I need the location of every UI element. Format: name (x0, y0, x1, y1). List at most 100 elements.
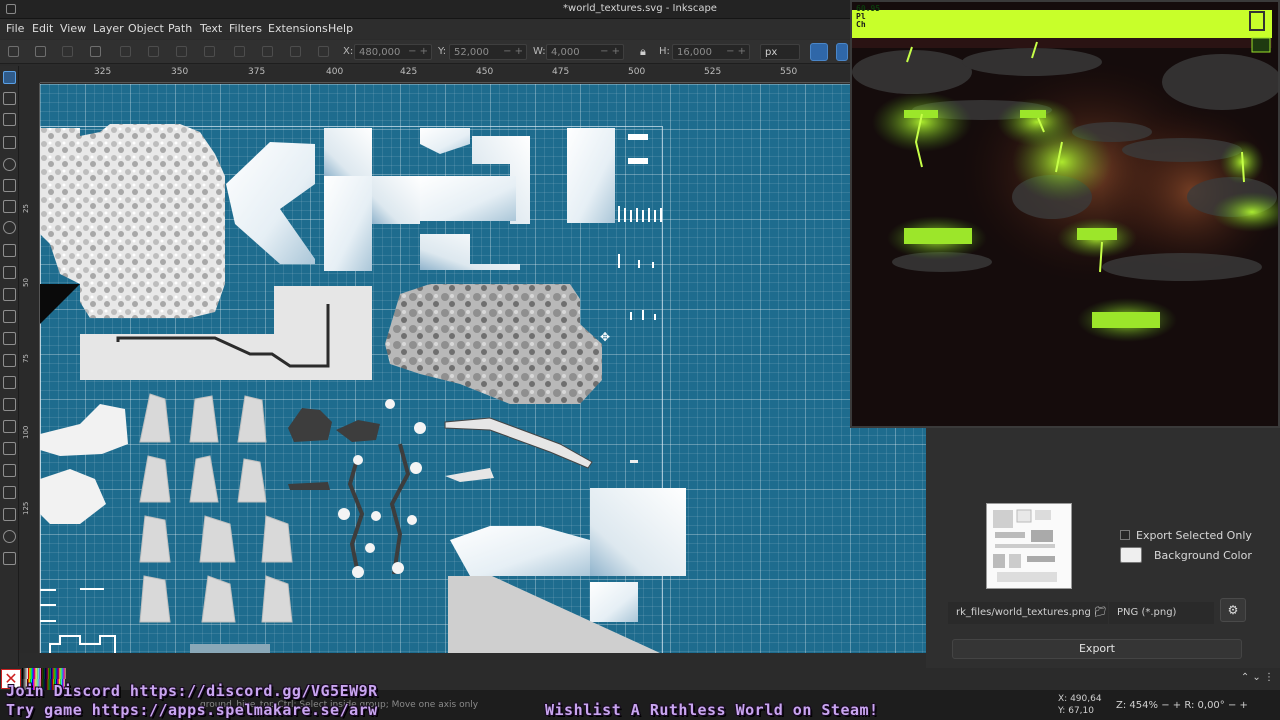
pen-tool-icon[interactable] (3, 244, 16, 257)
node-tool-icon[interactable] (3, 92, 16, 105)
w-stepper[interactable]: − + (600, 46, 620, 57)
export-selected-only-checkbox[interactable] (1120, 530, 1130, 540)
export-settings-gear-icon[interactable]: ⚙ (1220, 598, 1246, 622)
zoom-tool-icon[interactable] (3, 530, 16, 543)
export-filename: rk_files/world_textures.png (956, 607, 1091, 618)
dropper-tool-icon[interactable] (3, 376, 16, 389)
export-button[interactable]: Export (952, 639, 1242, 659)
mesh-tool-icon[interactable] (3, 354, 16, 367)
ellipse-tool-icon[interactable] (3, 158, 16, 171)
y-field[interactable]: 52,000 − + (449, 44, 527, 60)
y-value: 52,000 (454, 47, 489, 58)
rotation-stepper[interactable]: − + (1228, 700, 1248, 711)
rotation-field[interactable]: 0,00° (1198, 700, 1225, 711)
zoom-field[interactable]: 454% (1129, 700, 1158, 711)
rotation-label: R: (1184, 700, 1195, 711)
rotate-ccw-icon[interactable] (90, 46, 101, 57)
menu-help[interactable]: Help (328, 22, 353, 35)
tweak-tool-icon[interactable] (3, 113, 16, 126)
raise-icon[interactable] (234, 46, 245, 57)
pencil-tool-icon[interactable] (3, 266, 16, 279)
spray-tool-icon[interactable] (3, 442, 16, 455)
lower-to-bottom-icon[interactable] (290, 46, 301, 57)
lower-icon[interactable] (262, 46, 273, 57)
calligraphy-tool-icon[interactable] (3, 288, 16, 301)
menu-file[interactable]: File (6, 22, 24, 35)
w-field[interactable]: 4,000 − + (546, 44, 624, 60)
palette-scroll-arrows-icon[interactable]: ⌃ ⌄ ⋮ (1241, 672, 1274, 683)
x-label: X: (343, 46, 354, 57)
selector-tool-icon[interactable] (3, 71, 16, 84)
connector-tool-icon[interactable] (3, 464, 16, 477)
game-scene (852, 2, 1278, 426)
rectangle-tool-icon[interactable] (3, 136, 16, 149)
h-field[interactable]: 16,000 − + (672, 44, 750, 60)
h-ruler-tick: 525 (704, 67, 722, 77)
menu-view[interactable]: View (60, 22, 86, 35)
paint-bucket-tool-icon[interactable] (3, 398, 16, 411)
cursor-y: 67,10 (1068, 706, 1094, 716)
rotate-cw-icon[interactable] (120, 46, 131, 57)
export-selected-only-row[interactable]: Export Selected Only (1120, 529, 1252, 542)
measure-tool-icon[interactable] (3, 508, 16, 521)
scale-corners-toggle-icon[interactable] (836, 43, 848, 61)
v-ruler-tick: 75 (22, 354, 30, 363)
x-value: 480,000 (359, 47, 401, 58)
unit-select[interactable]: px (760, 44, 800, 60)
lock-ratio-icon[interactable]: 🔒︎ (640, 45, 646, 59)
export-filetype-select[interactable]: PNG (*.png) (1109, 602, 1214, 624)
y-stepper[interactable]: − + (503, 46, 523, 57)
v-ruler-tick: 50 (22, 278, 30, 287)
menu-edit[interactable]: Edit (32, 22, 53, 35)
menu-path[interactable]: Path (168, 22, 192, 35)
flip-vertical-icon[interactable] (176, 46, 187, 57)
flip-horizontal-icon[interactable] (148, 46, 159, 57)
h-ruler-tick: 500 (628, 67, 646, 77)
menu-layer[interactable]: Layer (93, 22, 124, 35)
palette-swatch[interactable] (65, 668, 66, 679)
w-label: W: (533, 46, 546, 57)
horizontal-ruler[interactable]: 325 350 375 400 425 450 475 500 525 550 (40, 66, 850, 83)
zoom-stepper[interactable]: − + (1161, 700, 1181, 711)
gradient-tool-icon[interactable] (3, 332, 16, 345)
deselect-icon[interactable] (62, 46, 73, 57)
drawing-canvas[interactable]: ✥ (40, 84, 926, 653)
raise-to-top-icon[interactable] (204, 46, 215, 57)
folder-icon[interactable]: 📁︎ (1094, 607, 1107, 618)
wishlist-overlay-text: Wishlist A Ruthless World on Steam! (545, 701, 879, 719)
x-stepper[interactable]: − + (408, 46, 428, 57)
x-field[interactable]: 480,000 − + (354, 44, 432, 60)
select-all-layers-icon[interactable] (35, 46, 46, 57)
3d-box-tool-icon[interactable] (3, 200, 16, 213)
y-label: Y: (438, 46, 447, 57)
star-tool-icon[interactable] (3, 179, 16, 192)
eraser-tool-icon[interactable] (3, 420, 16, 433)
vertical-ruler[interactable]: 25 50 75 100 125 (19, 83, 40, 653)
h-ruler-tick: 550 (780, 67, 798, 77)
align-icon[interactable] (318, 46, 329, 57)
hud-line-3: Ch (856, 20, 866, 29)
menu-extensions[interactable]: Extensions (268, 22, 328, 35)
menu-text[interactable]: Text (200, 22, 222, 35)
h-value: 16,000 (677, 47, 712, 58)
cursor-x-label: X: (1058, 694, 1068, 704)
v-ruler-tick: 25 (22, 204, 30, 213)
scale-stroke-toggle-icon[interactable] (810, 43, 828, 61)
pages-tool-icon[interactable] (3, 552, 16, 565)
menu-object[interactable]: Object (128, 22, 164, 35)
export-filename-field[interactable]: rk_files/world_textures.png 📁︎ (948, 602, 1108, 624)
inkscape-window: *world_textures.svg - Inkscape File Edit… (0, 0, 1280, 720)
cursor-y-label: Y: (1058, 706, 1066, 716)
lpe-tool-icon[interactable] (3, 486, 16, 499)
menu-filters[interactable]: Filters (229, 22, 262, 35)
try-game-overlay-text: Try game https://apps.spelmakare.se/arw (6, 701, 378, 719)
spiral-tool-icon[interactable] (3, 221, 16, 234)
background-color-row[interactable]: Background Color (1120, 547, 1252, 563)
background-color-swatch[interactable] (1120, 547, 1142, 563)
zoom-rotation-controls: Z: 454% − + R: 0,00° − + (1116, 700, 1248, 711)
h-ruler-tick: 475 (552, 67, 570, 77)
select-all-icon[interactable] (8, 46, 19, 57)
h-ruler-tick: 350 (171, 67, 189, 77)
text-tool-icon[interactable] (3, 310, 16, 323)
h-stepper[interactable]: − + (726, 46, 746, 57)
